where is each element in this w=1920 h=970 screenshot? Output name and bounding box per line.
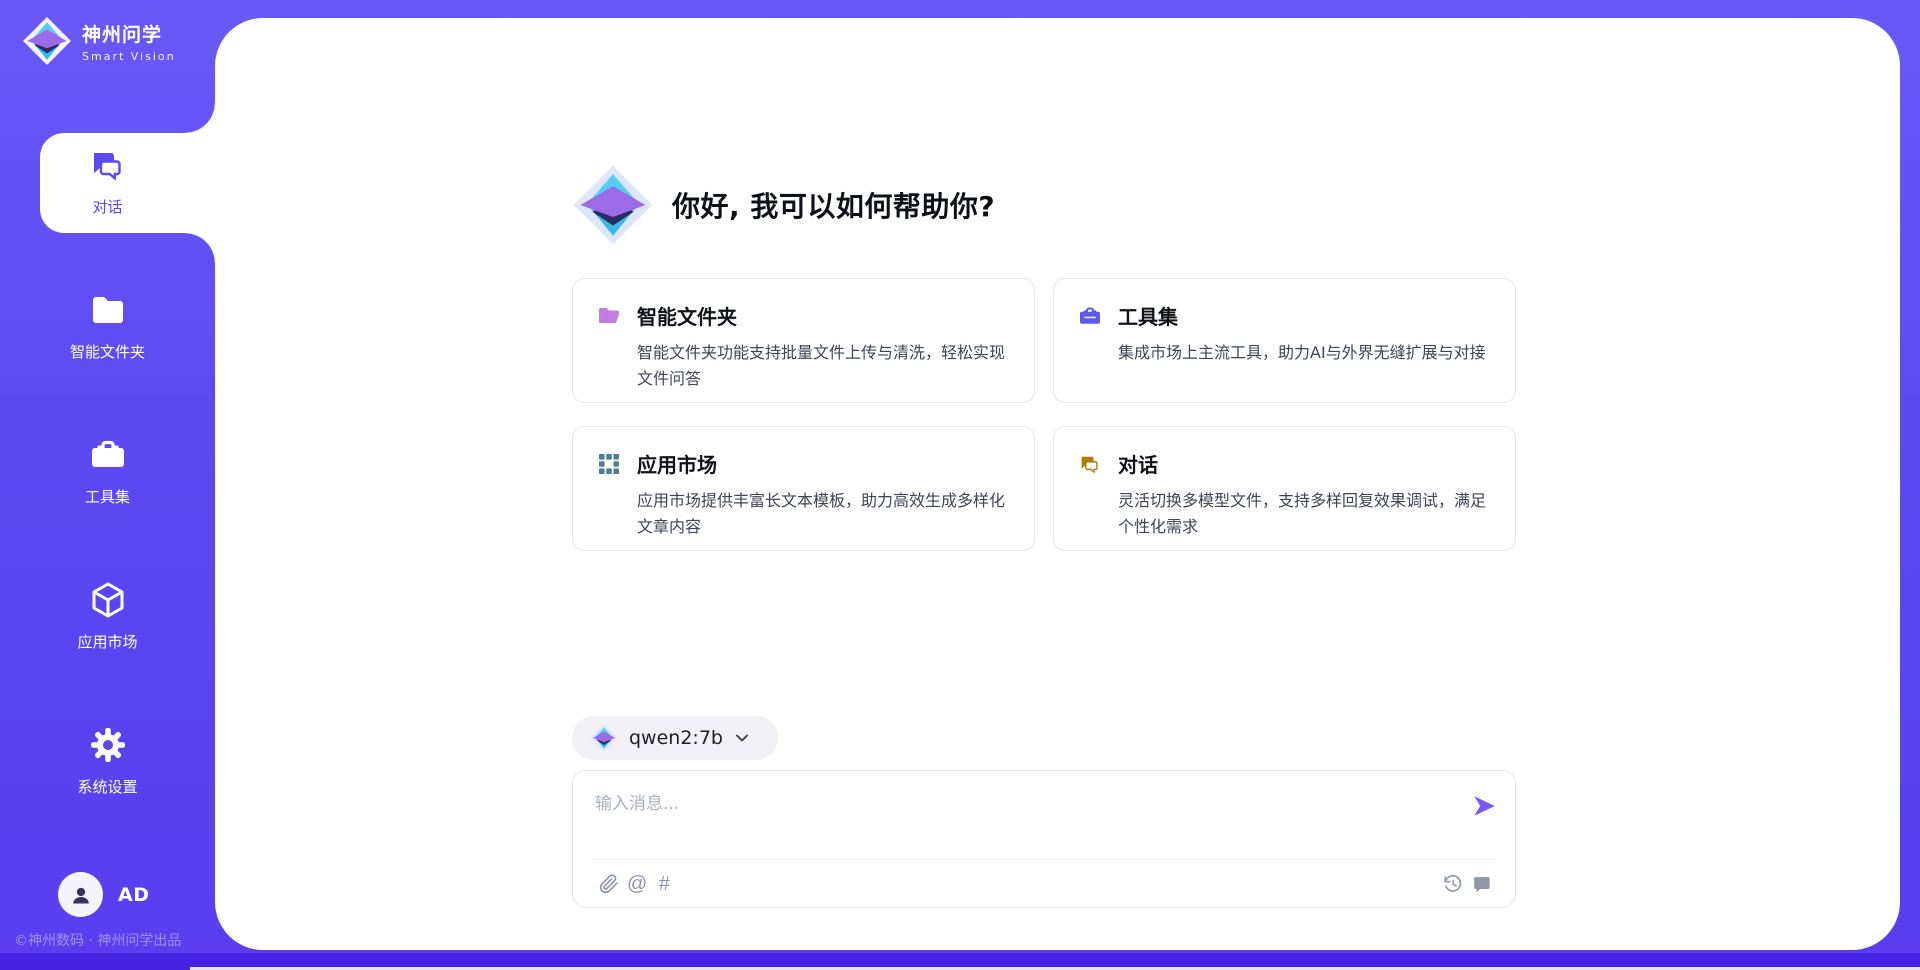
copyright-footer: ©神州数码 · 神州问学出品 (14, 930, 181, 950)
chevron-down-icon (734, 730, 750, 746)
brand-logo-icon (22, 16, 72, 66)
greeting: 你好, 我可以如何帮助你? (572, 162, 995, 248)
feedback-button[interactable] (1467, 869, 1495, 899)
card-description: 灵活切换多模型文件，支持多样回复效果调试，满足个性化需求 (1118, 488, 1491, 540)
grid-icon (597, 452, 621, 476)
card-app-market[interactable]: 应用市场 应用市场提供丰富长文本模板，助力高效生成多样化文章内容 (572, 426, 1035, 551)
card-title: 应用市场 (637, 449, 717, 478)
card-description: 智能文件夹功能支持批量文件上传与清洗，轻松实现文件问答 (637, 340, 1010, 392)
chat-icon (1078, 452, 1102, 476)
mention-button[interactable]: @ (623, 869, 651, 899)
card-chat[interactable]: 对话 灵活切换多模型文件，支持多样回复效果调试，满足个性化需求 (1053, 426, 1516, 551)
greeting-text: 你好, 我可以如何帮助你? (672, 185, 995, 225)
feature-cards: 智能文件夹 智能文件夹功能支持批量文件上传与清洗，轻松实现文件问答 工具集 集成… (572, 278, 1516, 551)
card-toolset[interactable]: 工具集 集成市场上主流工具，助力AI与外界无缝扩展与对接 (1053, 278, 1516, 403)
card-title: 对话 (1118, 449, 1158, 478)
sidebar-item-app-market[interactable]: 应用市场 (0, 543, 215, 688)
at-icon: @ (627, 874, 647, 894)
sidebar-item-label: 工具集 (85, 486, 130, 507)
model-selector[interactable]: qwen2:7b (572, 716, 778, 760)
brand: 神州问学 Smart Vision (22, 16, 176, 66)
composer: @ # (572, 770, 1516, 908)
attach-file-button[interactable] (595, 869, 623, 899)
person-icon (68, 882, 94, 908)
model-logo-icon (590, 724, 618, 752)
comment-icon (1471, 874, 1491, 894)
user-profile[interactable]: AD (58, 872, 149, 917)
app: 神州问学 Smart Vision 对话 智能文件夹 (0, 0, 1920, 970)
sidebar-item-smart-folder[interactable]: 智能文件夹 (0, 253, 215, 398)
user-initials: AD (118, 884, 149, 906)
send-icon (1471, 793, 1497, 819)
sidebar-item-label: 系统设置 (77, 776, 137, 797)
briefcase-icon (88, 435, 128, 475)
history-icon (1443, 874, 1463, 894)
sidebar-item-chat[interactable]: 对话 (0, 108, 215, 253)
model-name: qwen2:7b (629, 727, 723, 749)
sidebar-item-label: 应用市场 (77, 631, 137, 652)
assistant-logo-icon (572, 164, 654, 246)
card-description: 集成市场上主流工具，助力AI与外界无缝扩展与对接 (1118, 340, 1491, 366)
sidebar-item-settings[interactable]: 系统设置 (0, 688, 215, 833)
cube-icon (88, 580, 128, 620)
composer-toolbar: @ # (595, 860, 1495, 908)
brand-name: 神州问学 (82, 20, 176, 47)
active-tab-background (40, 133, 215, 233)
chat-icon (88, 145, 128, 185)
brand-subtitle: Smart Vision (82, 50, 176, 63)
main-panel: 你好, 我可以如何帮助你? 智能文件夹 智能文件夹功能支持批量文件上传与清洗，轻… (215, 18, 1900, 950)
send-button[interactable] (1469, 791, 1499, 821)
card-title: 智能文件夹 (637, 301, 737, 330)
gear-icon (88, 725, 128, 765)
sidebar: 神州问学 Smart Vision 对话 智能文件夹 (0, 0, 215, 970)
avatar (58, 872, 103, 917)
sidebar-item-label: 智能文件夹 (70, 341, 145, 362)
briefcase-icon (1078, 304, 1102, 328)
hash-icon: # (659, 874, 670, 894)
folder-icon (88, 290, 128, 330)
sidebar-item-toolset[interactable]: 工具集 (0, 398, 215, 543)
topic-button[interactable]: # (651, 869, 677, 899)
card-smart-folder[interactable]: 智能文件夹 智能文件夹功能支持批量文件上传与清洗，轻松实现文件问答 (572, 278, 1035, 403)
message-input[interactable] (573, 771, 1515, 857)
paperclip-icon (599, 874, 619, 894)
card-description: 应用市场提供丰富长文本模板，助力高效生成多样化文章内容 (637, 488, 1010, 540)
sidebar-item-label: 对话 (92, 196, 122, 217)
history-button[interactable] (1439, 869, 1467, 899)
folder-open-icon (597, 304, 621, 328)
card-title: 工具集 (1118, 301, 1178, 330)
